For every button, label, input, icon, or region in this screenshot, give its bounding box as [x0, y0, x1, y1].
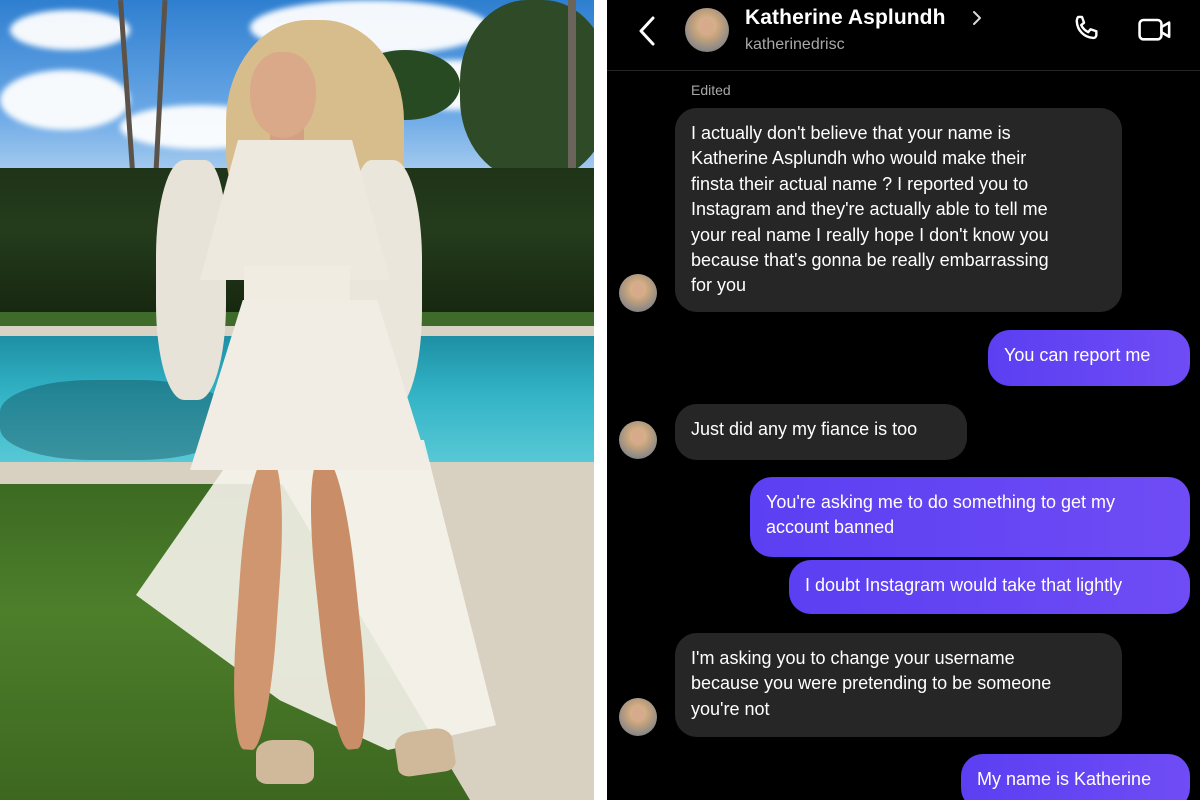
chevron-left-icon — [639, 16, 655, 46]
sender-avatar[interactable] — [619, 274, 657, 312]
back-button[interactable] — [633, 12, 663, 50]
chevron-right-icon — [973, 11, 981, 25]
message-bubble-outgoing[interactable]: You're asking me to do something to get … — [750, 477, 1190, 557]
shoe — [256, 740, 314, 784]
video-camera-icon — [1138, 18, 1171, 41]
message-bubble-incoming[interactable]: I'm asking you to change your username b… — [675, 633, 1122, 737]
dress-belt — [244, 266, 350, 304]
message-bubble-outgoing[interactable]: You can report me — [988, 330, 1190, 386]
dm-thread: Katherine Asplundh katherinedrisc Edited… — [607, 0, 1200, 800]
shoe — [393, 726, 457, 778]
thread-header: Katherine Asplundh katherinedrisc — [607, 0, 1200, 71]
dress-sleeve — [156, 160, 226, 400]
contact-username: katherinedrisc — [745, 36, 845, 53]
cloud — [0, 70, 130, 130]
photo-panel — [0, 0, 594, 800]
audio-call-button[interactable] — [1069, 12, 1103, 46]
message-bubble-outgoing[interactable]: My name is Katherine — [961, 754, 1190, 800]
video-call-button[interactable] — [1137, 12, 1173, 46]
contact-name[interactable]: Katherine Asplundh — [745, 6, 946, 30]
cloud — [10, 10, 130, 50]
phone-icon — [1075, 15, 1098, 40]
edited-label: Edited — [691, 82, 731, 98]
sender-avatar[interactable] — [619, 421, 657, 459]
message-bubble-outgoing[interactable]: I doubt Instagram would take that lightl… — [789, 560, 1190, 614]
message-bubble-incoming[interactable]: Just did any my fiance is too — [675, 404, 967, 460]
contact-avatar[interactable] — [685, 8, 729, 52]
face — [250, 52, 316, 138]
divider — [594, 0, 607, 800]
message-bubble-incoming[interactable]: I actually don't believe that your name … — [675, 108, 1122, 312]
sender-avatar[interactable] — [619, 698, 657, 736]
